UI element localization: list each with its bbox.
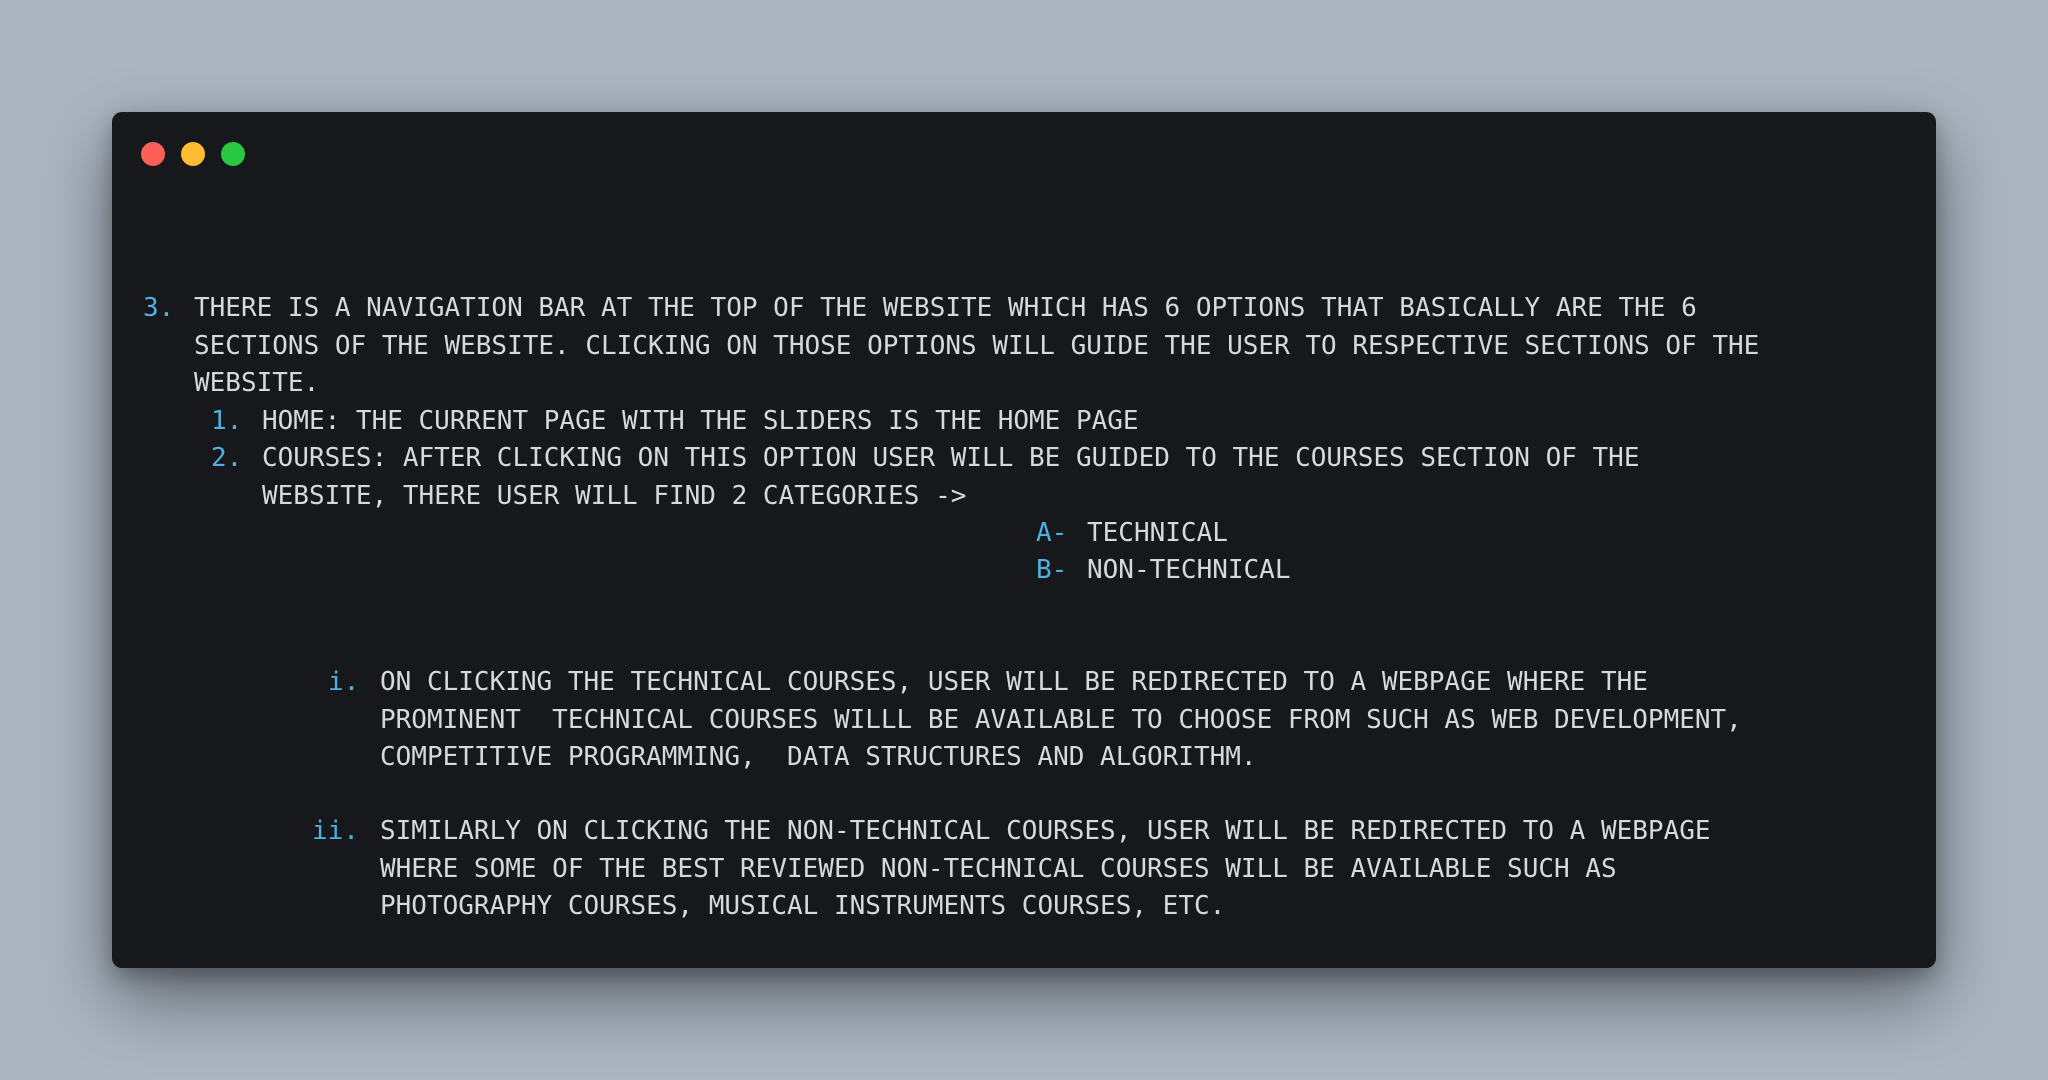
list-number-1: 1.	[211, 405, 243, 436]
item3-line-2: SECTIONS OF THE WEBSITE. CLICKING ON THO…	[194, 330, 1760, 361]
roman-ii-line-2: WHERE SOME OF THE BEST REVIEWED NON-TECH…	[380, 853, 1617, 884]
roman-number-i: i.	[328, 667, 360, 697]
list-number-2: 2.	[211, 443, 243, 473]
item3-line-1: THERE IS A NAVIGATION BAR AT THE TOP OF …	[194, 293, 1697, 323]
roman-ii-line-3: PHOTOGRAPHY COURSES, MUSICAL INSTRUMENTS…	[380, 891, 1226, 921]
roman-i-line-2: PROMINENT TECHNICAL COURSES WILLL BE AVA…	[380, 704, 1742, 735]
roman-i-line-1: ON CLICKING THE TECHNICAL COURSES, USER …	[380, 667, 1648, 697]
roman-ii-line-1: SIMILARLY ON CLICKING THE NON-TECHNICAL …	[380, 816, 1711, 846]
sub1-text: HOME: THE CURRENT PAGE WITH THE SLIDERS …	[262, 405, 1139, 436]
roman-i-line-3: COMPETITIVE PROGRAMMING, DATA STRUCTURES…	[380, 742, 1257, 772]
list-number-3: 3.	[143, 293, 175, 323]
category-technical: TECHNICAL	[1087, 518, 1228, 548]
document-content: 3. THERE IS A NAVIGATION BAR AT THE TOP …	[112, 112, 1936, 968]
code-window: 3. THERE IS A NAVIGATION BAR AT THE TOP …	[112, 112, 1936, 968]
roman-number-ii: ii.	[312, 816, 359, 846]
sub2-line-2: WEBSITE, THERE USER WILL FIND 2 CATEGORI…	[262, 480, 967, 511]
category-marker-a: A-	[1036, 518, 1068, 548]
category-marker-b: B-	[1036, 555, 1068, 585]
item3-line-3: WEBSITE.	[194, 368, 320, 398]
sub2-line-1: COURSES: AFTER CLICKING ON THIS OPTION U…	[262, 443, 1640, 473]
category-non-technical: NON-TECHNICAL	[1087, 555, 1291, 585]
